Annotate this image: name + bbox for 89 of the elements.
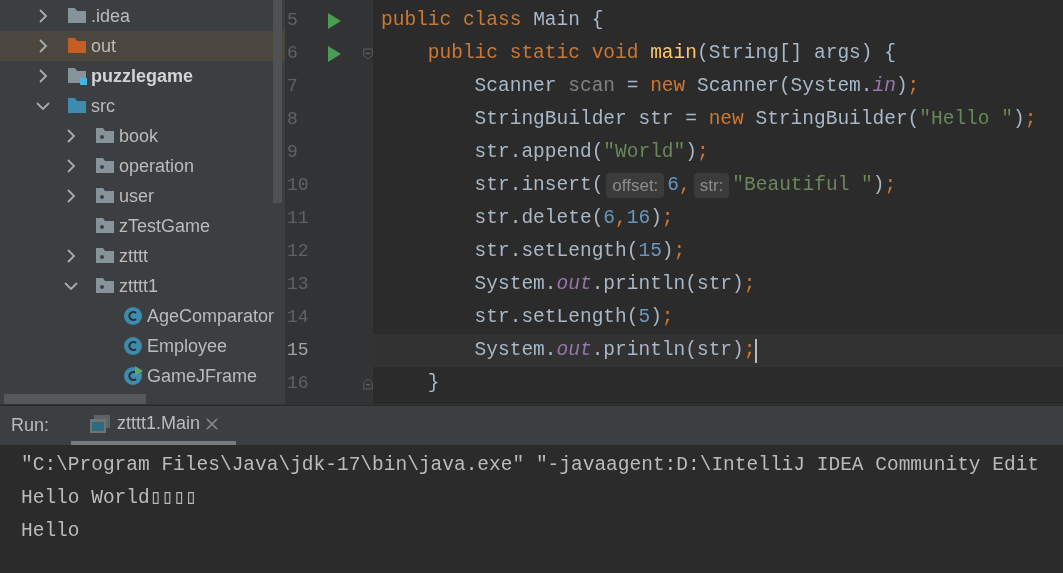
code-token: System. bbox=[473, 337, 557, 363]
chevron-right-icon[interactable] bbox=[36, 9, 50, 23]
code-token: scan bbox=[568, 73, 616, 99]
console-line: Hello World▯▯▯▯ bbox=[21, 485, 198, 511]
tree-row-highlight[interactable]: out bbox=[0, 31, 285, 61]
code-token: str.setLength( bbox=[473, 304, 639, 330]
chevron-right-icon[interactable] bbox=[64, 189, 78, 203]
console-line: Hello bbox=[21, 518, 81, 544]
code-token: 15 bbox=[638, 238, 662, 264]
code-token: , bbox=[679, 172, 691, 198]
run-label: Run: bbox=[10, 414, 51, 437]
scrollbar[interactable] bbox=[4, 394, 146, 404]
parameter-hint: str: bbox=[693, 172, 730, 199]
tree-item[interactable]: GameJFrame bbox=[147, 362, 258, 390]
code-token: System. bbox=[473, 271, 557, 297]
text-caret bbox=[755, 338, 758, 363]
chevron-right-icon[interactable] bbox=[64, 129, 78, 143]
chevron-right-icon[interactable] bbox=[64, 249, 78, 263]
code-token: .println(str) bbox=[591, 271, 744, 297]
code-token: StringBuilder( bbox=[755, 106, 920, 132]
tree-item[interactable]: Employee bbox=[147, 332, 228, 360]
code-token: str.setLength( bbox=[473, 238, 639, 264]
code-token: ; bbox=[884, 172, 897, 198]
console-line: "C:\Program Files\Java\jdk-17\bin\java.exe" "-javaagent:D:\IntelliJ IDEA Community Edit bbox=[21, 452, 1041, 478]
chevron-right-icon[interactable] bbox=[64, 159, 78, 173]
code-token: (String[] args) { bbox=[696, 40, 896, 66]
close-icon[interactable] bbox=[206, 417, 219, 430]
code-token: ) bbox=[1012, 106, 1025, 132]
tree-item[interactable]: ztttt1 bbox=[119, 272, 158, 300]
code-token: 6 bbox=[603, 205, 616, 231]
code-token: ; bbox=[743, 337, 756, 363]
code-token: in bbox=[872, 73, 896, 99]
code-token: 6 bbox=[667, 172, 680, 198]
code-token: 5 bbox=[638, 304, 651, 330]
code-token: ; bbox=[907, 73, 920, 99]
code-token: public static void bbox=[426, 40, 640, 66]
code-token: Scanner(System. bbox=[696, 73, 873, 99]
code-token: main bbox=[650, 40, 697, 66]
code-token: ; bbox=[696, 139, 709, 165]
code-token: public class bbox=[381, 7, 523, 33]
code-token: ) bbox=[650, 205, 662, 231]
code-token: ; bbox=[743, 271, 756, 297]
tree-item[interactable]: AgeComparator bbox=[147, 302, 275, 330]
code-token: "Beautiful " bbox=[732, 172, 873, 198]
code-token: ) bbox=[661, 238, 674, 264]
code-token: ) bbox=[685, 139, 697, 165]
code-token: ; bbox=[1024, 106, 1037, 132]
code-token: out bbox=[556, 271, 592, 297]
code-token: ; bbox=[673, 238, 686, 264]
tree-item[interactable]: puzzlegame bbox=[91, 62, 194, 90]
code-token: Main { bbox=[533, 7, 604, 33]
tree-item[interactable]: out bbox=[91, 32, 117, 60]
code-token: StringBuilder str = bbox=[473, 106, 698, 132]
chevron-down-icon[interactable] bbox=[64, 279, 78, 293]
tree-item[interactable]: zTestGame bbox=[119, 212, 211, 240]
tree-item[interactable]: operation bbox=[119, 152, 195, 180]
line-number: 15 bbox=[286, 339, 310, 362]
code-token: new bbox=[650, 73, 687, 99]
code-token: out bbox=[556, 337, 592, 363]
tree-item[interactable]: ztttt bbox=[119, 242, 148, 270]
code-token: "Hello " bbox=[919, 106, 1013, 132]
tree-item[interactable]: book bbox=[119, 122, 159, 150]
code-token: 16 bbox=[626, 205, 651, 231]
code-token: "World" bbox=[603, 139, 686, 165]
run-icon[interactable] bbox=[327, 45, 341, 62]
code-token: , bbox=[615, 205, 627, 231]
code-token: Scanner bbox=[473, 73, 558, 99]
tree-item[interactable]: .idea bbox=[91, 2, 131, 30]
code-token: ) bbox=[650, 304, 662, 330]
code-token: ; bbox=[661, 205, 674, 231]
code-token: .println(str) bbox=[591, 337, 744, 363]
code-token: ) bbox=[872, 172, 885, 198]
tree-item[interactable]: user bbox=[119, 182, 154, 210]
run-icon[interactable] bbox=[327, 12, 341, 29]
parameter-hint: offset: bbox=[606, 172, 665, 199]
code-token: new bbox=[708, 106, 745, 132]
code-token: str.insert( bbox=[473, 172, 604, 198]
code-editor[interactable] bbox=[285, 0, 1063, 404]
code-token: ) bbox=[895, 73, 908, 99]
chevron-down-icon[interactable] bbox=[36, 99, 50, 113]
code-token: ; bbox=[661, 304, 674, 330]
console-window-icon bbox=[89, 413, 112, 434]
code-token: str.delete( bbox=[473, 205, 604, 231]
chevron-right-icon[interactable] bbox=[36, 39, 50, 53]
tree-item[interactable]: src bbox=[91, 92, 115, 120]
chevron-right-icon[interactable] bbox=[36, 69, 50, 83]
code-token: str.append( bbox=[473, 139, 604, 165]
code-token: = bbox=[625, 73, 640, 99]
code-token: } bbox=[426, 370, 440, 396]
